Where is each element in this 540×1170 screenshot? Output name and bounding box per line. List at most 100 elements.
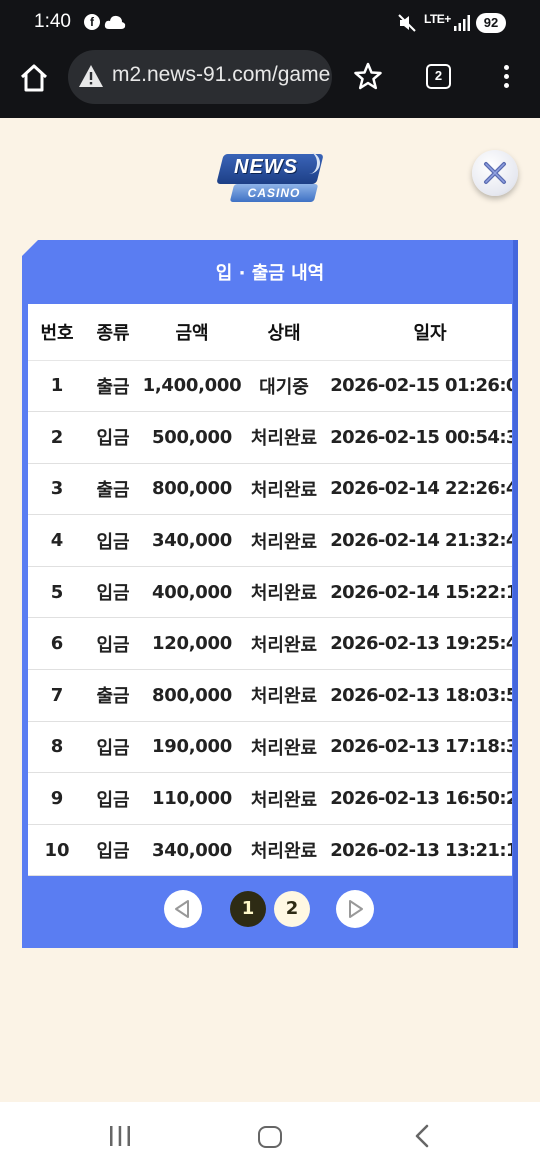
cell-amount: 500,000 (140, 411, 244, 464)
cloud-icon (104, 15, 126, 29)
cell-date: 2026-02-13 13:21:17 (324, 824, 512, 876)
status-time: 1:40 (34, 11, 71, 32)
cell-amount: 340,000 (140, 824, 244, 876)
page-button-2[interactable]: 2 (274, 891, 310, 927)
cell-number: 5 (28, 566, 86, 619)
cell-amount: 190,000 (140, 721, 244, 774)
page-button-1[interactable]: 1 (230, 891, 266, 927)
cell-status: 처리완료 (244, 411, 324, 464)
cell-date: 2026-02-15 00:54:36 (324, 411, 512, 464)
cell-type: 입금 (86, 721, 140, 774)
cell-amount: 110,000 (140, 772, 244, 825)
table-row: 10 입금 340,000 처리완료 2026-02-13 13:21:17 (28, 824, 512, 876)
cell-amount: 1,400,000 (140, 360, 244, 413)
close-button[interactable] (472, 150, 518, 196)
warning-icon[interactable] (78, 64, 104, 88)
cell-type: 출금 (86, 669, 140, 722)
cell-date: 2026-02-13 18:03:51 (324, 669, 512, 722)
triangle-left-icon (175, 900, 189, 918)
browser-toolbar: m2.news-91.com/game 2 (0, 48, 540, 118)
logo-casino-text: CASINO (247, 186, 301, 200)
triangle-right-icon (349, 900, 363, 918)
cell-amount: 120,000 (140, 617, 244, 671)
table-row: 3 출금 800,000 처리완료 2026-02-14 22:26:46 (28, 463, 512, 516)
prev-page-button[interactable] (164, 890, 202, 928)
cell-status: 대기중 (244, 360, 324, 413)
address-bar[interactable]: m2.news-91.com/game (68, 50, 332, 104)
cell-type: 입금 (86, 617, 140, 671)
cell-number: 8 (28, 721, 86, 774)
history-table-container[interactable]: 번호 종류 금액 상태 일자 1 출금 1,400,000 대기중 2026-0… (28, 304, 512, 876)
cell-type: 입금 (86, 824, 140, 876)
tab-switcher-button[interactable]: 2 (426, 64, 451, 89)
system-nav-bar (0, 1102, 540, 1170)
url-text[interactable]: m2.news-91.com/game (112, 63, 330, 87)
cell-status: 처리완료 (244, 566, 324, 619)
cell-number: 2 (28, 411, 86, 464)
cell-number: 1 (28, 360, 86, 413)
cell-type: 출금 (86, 463, 140, 516)
table-row: 1 출금 1,400,000 대기중 2026-02-15 01:26:01 (28, 360, 512, 413)
home-nav-icon[interactable] (258, 1126, 282, 1148)
cell-status: 처리완료 (244, 669, 324, 722)
back-icon[interactable] (410, 1124, 434, 1148)
transaction-history-panel: 입 · 출금 내역 번호 종류 금액 상태 일자 1 출금 1,400,000 (22, 240, 518, 948)
col-header-status: 상태 (244, 304, 324, 361)
cell-status: 처리완료 (244, 772, 324, 825)
cell-status: 처리완료 (244, 514, 324, 567)
close-icon (484, 162, 506, 184)
network-type: LTE+ (424, 12, 451, 26)
star-icon[interactable] (354, 62, 382, 90)
cell-amount: 800,000 (140, 669, 244, 722)
panel-corner (22, 240, 38, 256)
more-menu-icon[interactable] (496, 62, 516, 92)
cell-type: 입금 (86, 772, 140, 825)
table-row: 6 입금 120,000 처리완료 2026-02-13 19:25:41 (28, 617, 512, 671)
cell-number: 10 (28, 824, 86, 876)
cell-date: 2026-02-15 01:26:01 (324, 360, 512, 413)
cell-status: 처리완료 (244, 721, 324, 774)
table-row: 8 입금 190,000 처리완료 2026-02-13 17:18:32 (28, 721, 512, 774)
cell-amount: 340,000 (140, 514, 244, 567)
next-page-button[interactable] (336, 890, 374, 928)
cell-type: 입금 (86, 411, 140, 464)
col-header-type: 종류 (86, 304, 140, 361)
panel-title: 입 · 출금 내역 (215, 263, 325, 284)
cell-type: 출금 (86, 360, 140, 413)
battery-level: 92 (476, 13, 506, 33)
table-row: 2 입금 500,000 처리완료 2026-02-15 00:54:36 (28, 411, 512, 464)
mute-icon (398, 14, 416, 32)
logo-news-text: NEWS (234, 156, 298, 178)
cell-type: 입금 (86, 514, 140, 567)
cell-status: 처리완료 (244, 617, 324, 671)
cell-date: 2026-02-14 15:22:11 (324, 566, 512, 619)
history-table: 번호 종류 금액 상태 일자 1 출금 1,400,000 대기중 2026-0… (28, 304, 512, 876)
cell-amount: 400,000 (140, 566, 244, 619)
status-bar: 1:40 f LTE+ 92 (0, 0, 540, 48)
col-header-number: 번호 (28, 304, 86, 361)
signal-icon (454, 15, 470, 31)
panel-edge (513, 240, 518, 948)
cell-status: 처리완료 (244, 463, 324, 516)
table-row: 7 출금 800,000 처리완료 2026-02-13 18:03:51 (28, 669, 512, 722)
cell-number: 6 (28, 617, 86, 671)
col-header-amount: 금액 (140, 304, 244, 361)
cell-number: 7 (28, 669, 86, 722)
cell-number: 4 (28, 514, 86, 567)
recent-apps-icon[interactable] (104, 1124, 136, 1148)
table-row: 9 입금 110,000 처리완료 2026-02-13 16:50:28 (28, 772, 512, 825)
news-casino-logo: NEWS CASINO (216, 152, 324, 206)
table-header-row: 번호 종류 금액 상태 일자 (28, 304, 512, 361)
col-header-date: 일자 (324, 304, 512, 361)
table-row: 4 입금 340,000 처리완료 2026-02-14 21:32:40 (28, 514, 512, 567)
cell-date: 2026-02-14 21:32:40 (324, 514, 512, 567)
table-row: 5 입금 400,000 처리완료 2026-02-14 15:22:11 (28, 566, 512, 619)
cell-date: 2026-02-13 19:25:41 (324, 617, 512, 671)
cell-status: 처리완료 (244, 824, 324, 876)
cell-number: 9 (28, 772, 86, 825)
cell-date: 2026-02-14 22:26:46 (324, 463, 512, 516)
cell-amount: 800,000 (140, 463, 244, 516)
facebook-icon: f (84, 14, 100, 30)
home-icon[interactable] (18, 62, 50, 94)
cell-type: 입금 (86, 566, 140, 619)
